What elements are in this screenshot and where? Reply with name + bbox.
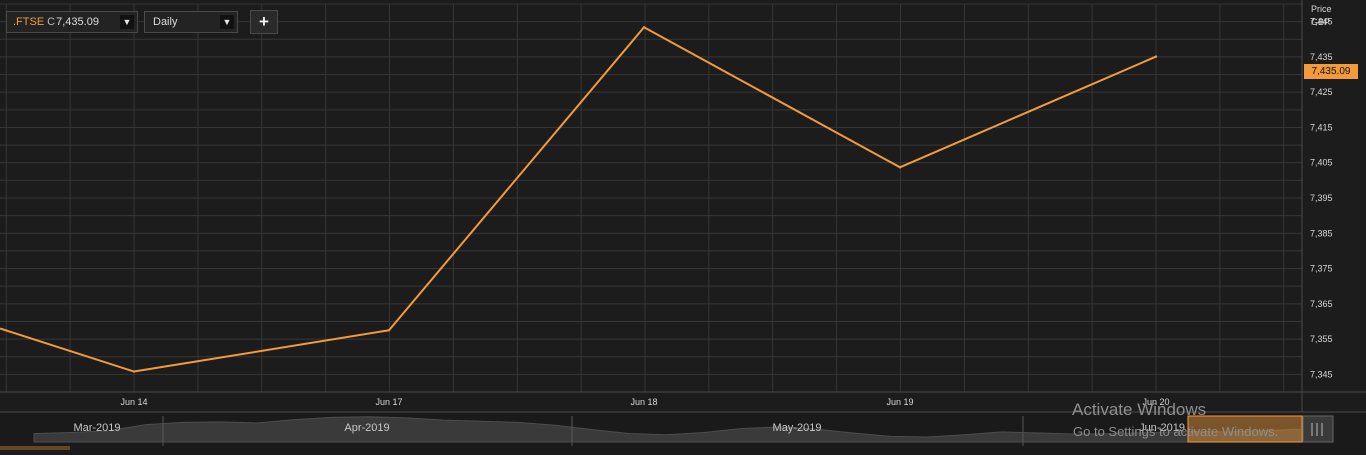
price-point xyxy=(132,370,136,373)
chevron-down-icon[interactable]: ▼ xyxy=(220,15,234,29)
y-tick-label: 7,385 xyxy=(1310,228,1333,238)
navigator-scroll-indicator xyxy=(0,446,70,450)
axis-header-currency: GBP xyxy=(1311,17,1331,27)
navigator-label: Mar-2019 xyxy=(73,422,120,434)
y-tick-label: 7,345 xyxy=(1310,369,1333,379)
y-tick-label: 7,395 xyxy=(1310,193,1333,203)
navigator-handle[interactable] xyxy=(1302,415,1334,443)
chart-background xyxy=(0,0,1366,450)
frequency-select[interactable]: Daily ▼ xyxy=(144,11,238,33)
price-point xyxy=(1154,55,1158,58)
y-tick-label: 7,425 xyxy=(1310,87,1333,97)
price-point xyxy=(387,329,391,332)
close-prefix: C xyxy=(47,16,56,28)
close-value: 7,435.09 xyxy=(56,16,99,28)
chevron-down-icon[interactable]: ▼ xyxy=(120,15,134,29)
y-tick-label: 7,435 xyxy=(1310,52,1333,62)
axis-header-price: Price xyxy=(1311,4,1332,14)
price-point xyxy=(642,26,646,29)
y-tick-label: 7,415 xyxy=(1310,122,1333,132)
chart-svg: 7,345 7,355 7,365 7,375 7,385 7,395 7,405 7,415… xyxy=(0,0,1366,450)
y-tick-label: 7,405 xyxy=(1310,158,1333,168)
instrument-symbol: .FTSE xyxy=(13,16,45,28)
instrument-selector[interactable]: .FTSE C 7,435.09 ▼ xyxy=(6,11,138,33)
x-tick-label: Jun 19 xyxy=(886,397,913,407)
price-chart[interactable]: 7,345 7,355 7,365 7,375 7,385 7,395 7,405 7,415… xyxy=(0,0,1366,450)
y-tick-label: 7,355 xyxy=(1310,334,1333,344)
price-point xyxy=(898,166,902,169)
frequency-label: Daily xyxy=(153,16,178,28)
last-price-badge: 7,435.09 xyxy=(1304,64,1358,79)
add-series-button[interactable]: + xyxy=(250,10,278,34)
x-tick-label: Jun 17 xyxy=(375,397,402,407)
watermark-subtitle: Go to Settings to activate Windows. xyxy=(1073,424,1279,439)
watermark-title: Activate Windows xyxy=(1072,400,1207,419)
chart-toolbar: .FTSE C 7,435.09 ▼ Daily ▼ + xyxy=(6,10,278,34)
y-tick-label: 7,375 xyxy=(1310,264,1333,274)
x-tick-label: Jun 18 xyxy=(630,397,657,407)
navigator-label: Apr-2019 xyxy=(344,422,389,434)
x-tick-label: Jun 14 xyxy=(120,397,147,407)
navigator-label: May-2019 xyxy=(773,422,822,434)
y-tick-label: 7,365 xyxy=(1310,299,1333,309)
